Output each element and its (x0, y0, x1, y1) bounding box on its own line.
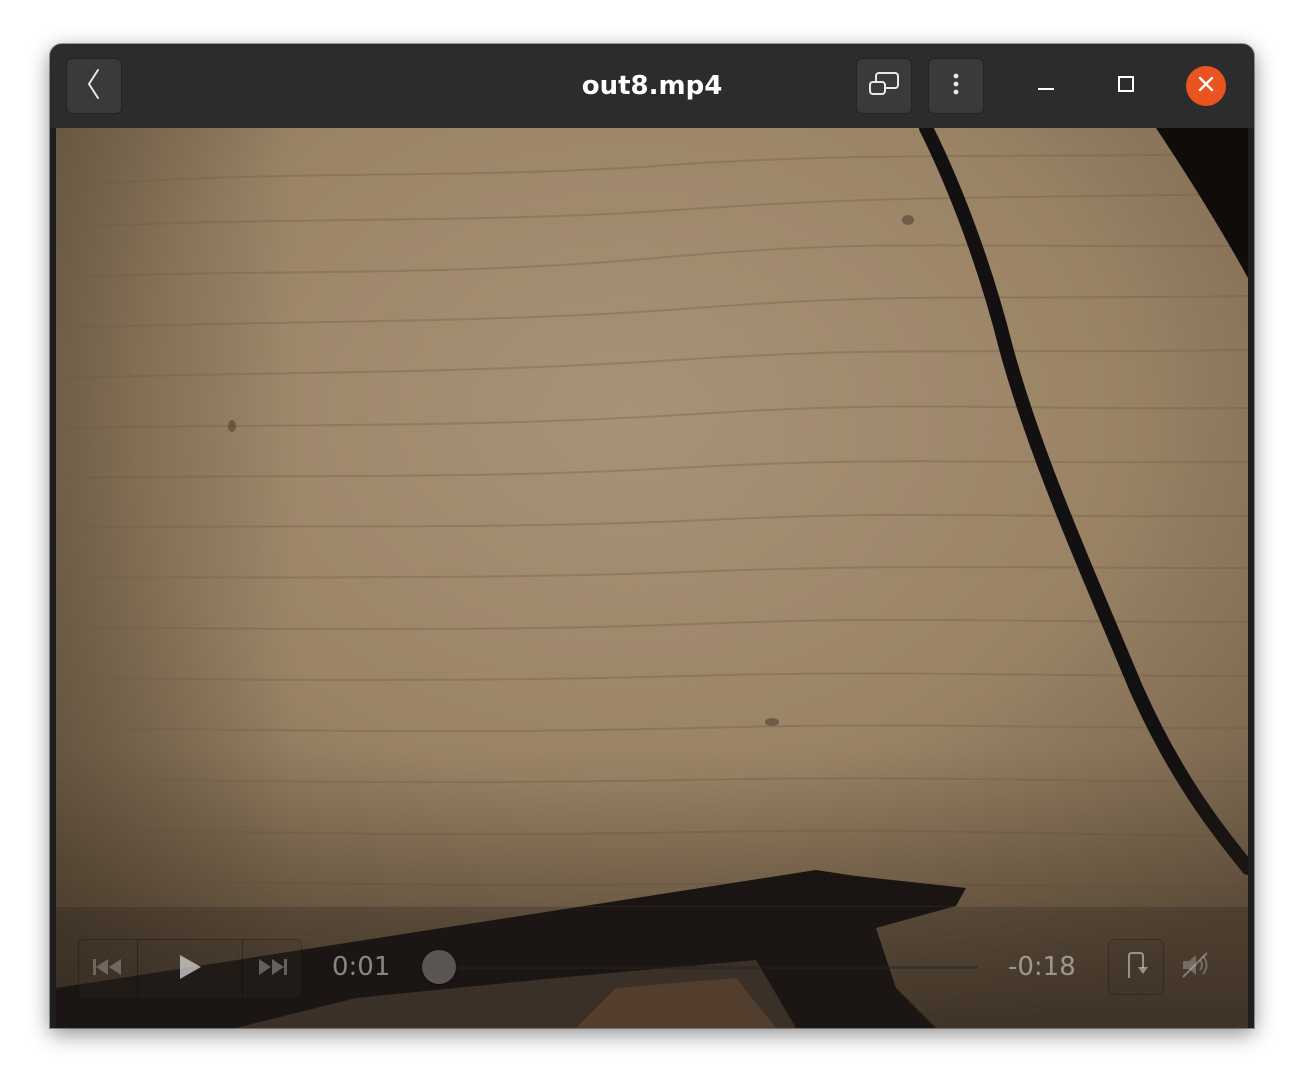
minimize-button[interactable] (1026, 66, 1066, 106)
main-menu-button[interactable] (928, 58, 984, 114)
window-title: out8.mp4 (581, 71, 723, 101)
maximize-button[interactable] (1106, 66, 1146, 106)
picture-in-picture-button[interactable] (856, 58, 912, 114)
close-icon (1197, 75, 1215, 97)
skip-forward-button[interactable] (243, 940, 301, 998)
minimize-icon (1036, 74, 1056, 98)
playback-button-group (78, 939, 302, 999)
seek-bar[interactable] (421, 950, 978, 984)
picture-in-picture-icon (867, 70, 901, 102)
rotate-icon (1123, 950, 1149, 984)
video-player-window: out8.mp4 0:01 -0:18 (50, 44, 1254, 1028)
remaining-time: -0:18 (1008, 952, 1076, 982)
maximize-icon (1116, 74, 1136, 98)
chevron-left-icon (84, 67, 104, 105)
skip-forward-icon (256, 957, 288, 981)
skip-back-button[interactable] (79, 940, 138, 998)
playback-controls-bar: 0:01 -0:18 (56, 906, 1248, 1028)
back-button[interactable] (66, 58, 122, 114)
skip-back-icon (92, 957, 124, 981)
rotate-button[interactable] (1108, 939, 1164, 995)
video-image (56, 128, 1248, 1028)
close-button[interactable] (1186, 66, 1226, 106)
elapsed-time: 0:01 (332, 952, 391, 982)
play-icon (177, 953, 203, 985)
volume-muted-icon (1180, 950, 1212, 984)
video-frame[interactable]: 0:01 -0:18 (56, 128, 1248, 1028)
vertical-dots-icon (952, 72, 960, 100)
seek-handle[interactable] (421, 950, 456, 984)
volume-button[interactable] (1172, 939, 1220, 995)
headerbar: out8.mp4 (50, 44, 1254, 129)
play-button[interactable] (138, 940, 243, 998)
